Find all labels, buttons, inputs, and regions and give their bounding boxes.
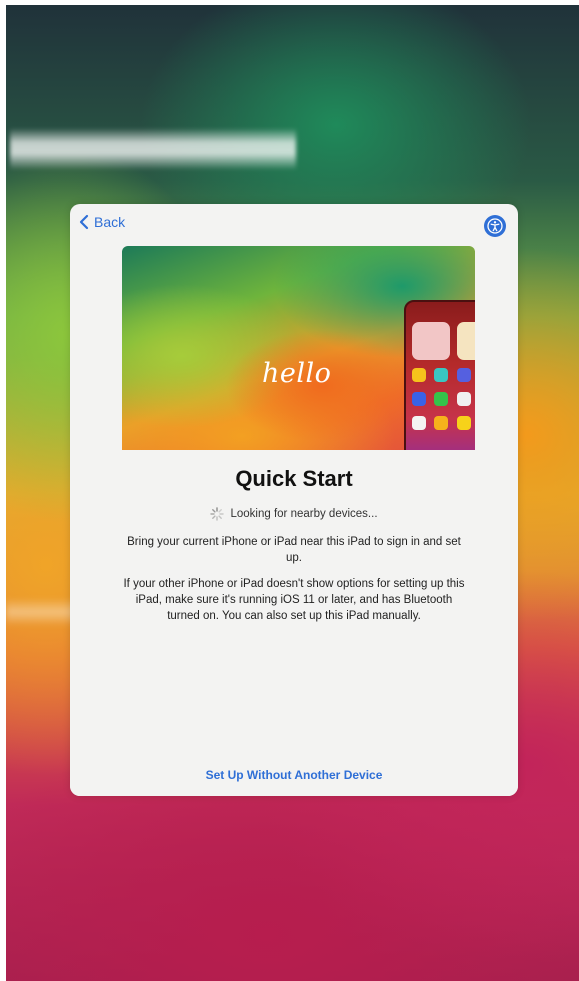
app-icon: [457, 368, 471, 382]
back-label: Back: [94, 214, 126, 230]
help-paragraph: If your other iPhone or iPad doesn't sho…: [123, 578, 465, 622]
app-icon: [434, 416, 448, 430]
app-icon: [412, 416, 426, 430]
status-text: Looking for nearby devices...: [230, 508, 378, 520]
accessibility-button[interactable]: [484, 215, 506, 237]
app-icon: [457, 392, 471, 406]
back-button[interactable]: Back: [78, 214, 125, 230]
page-title: Quick Start: [235, 466, 353, 491]
spinner-icon: [210, 507, 225, 521]
setup-sheet: Back hello Quick Start Looking for nearb…: [70, 204, 518, 796]
app-icon: [412, 368, 426, 382]
instructions-paragraph: Bring your current iPhone or iPad near t…: [127, 536, 461, 564]
app-icon: [434, 368, 448, 382]
top-bar: Back: [70, 204, 518, 244]
hello-text: hello: [262, 358, 332, 389]
app-icon: [434, 392, 448, 406]
search-status: Looking for nearby devices...: [70, 507, 518, 521]
app-icon: [457, 416, 471, 430]
accessibility-icon: [487, 218, 503, 234]
phone-illustration: [404, 300, 475, 450]
hero-illustration: hello: [122, 246, 475, 450]
widget-tile: [412, 322, 450, 360]
widget-tile: [457, 322, 475, 360]
screen-glare: [10, 128, 296, 170]
setup-without-device-link[interactable]: Set Up Without Another Device: [70, 768, 518, 782]
content-area: Quick Start Looking for nearby devices..…: [70, 450, 518, 796]
app-icon: [412, 392, 426, 406]
chevron-left-icon: [79, 214, 89, 230]
